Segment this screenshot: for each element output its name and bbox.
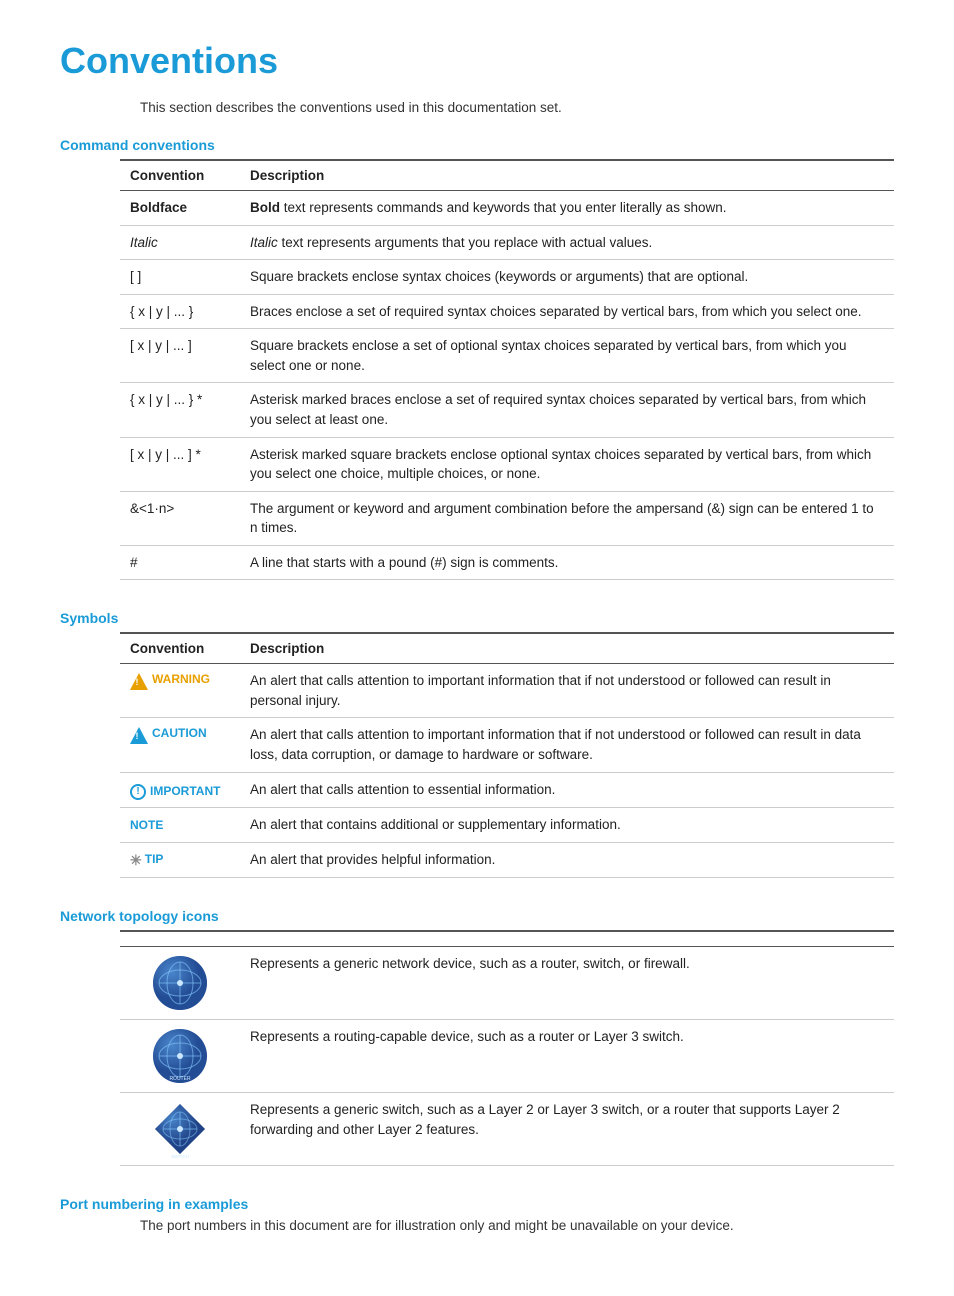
table-row: [ x | y | ... ] * Asterisk marked square… [120,437,894,491]
sym-col-convention: Convention [120,633,240,664]
symbol-desc-cell: An alert that calls attention to importa… [240,718,894,772]
description-cell: Square brackets enclose syntax choices (… [240,260,894,295]
description-cell: Asterisk marked square brackets enclose … [240,437,894,491]
page-intro: This section describes the conventions u… [140,100,894,115]
table-row: &<1·n> The argument or keyword and argum… [120,491,894,545]
symbol-desc-cell: An alert that contains additional or sup… [240,808,894,843]
convention-cell: [ x | y | ... ] [120,329,240,383]
table-row: [ x | y | ... ] Square brackets enclose … [120,329,894,383]
network-icon-cell: ROUTER [120,1020,240,1093]
network-topology-title: Network topology icons [60,908,894,924]
convention-cell: { x | y | ... } [120,294,240,329]
table-row: NOTE An alert that contains additional o… [120,808,894,843]
symbol-icon-cell: ! CAUTION [120,718,240,772]
symbol-icon-cell: NOTE [120,808,240,843]
network-desc-cell: Represents a routing-capable device, suc… [240,1020,894,1093]
svg-text:ROUTER: ROUTER [169,1076,191,1082]
symbols-title: Symbols [60,610,894,626]
command-conventions-table: Convention Description Boldface Bold tex… [120,159,894,580]
description-cell: Italic text represents arguments that yo… [240,225,894,260]
switch-icon: SWITCH [130,1100,230,1158]
table-row: Boldface Bold text represents commands a… [120,191,894,226]
table-row: ROUTER Represents a routing-capable devi… [120,1020,894,1093]
table-row: ! IMPORTANT An alert that calls attentio… [120,772,894,808]
table-row: Italic Italic text represents arguments … [120,225,894,260]
page-title: Conventions [60,40,894,82]
table-row: SWITCH Represents a generic switch, such… [120,1093,894,1166]
note-icon: NOTE [130,818,163,832]
symbols-table: Convention Description ! WARNING An aler… [120,632,894,878]
convention-cell: # [120,545,240,580]
convention-cell: [ ] [120,260,240,295]
table-row: { x | y | ... } * Asterisk marked braces… [120,383,894,437]
table-row: { x | y | ... } Braces enclose a set of … [120,294,894,329]
symbol-icon-cell: ! IMPORTANT [120,772,240,808]
generic-device-icon [130,954,230,1012]
network-desc-cell: Represents a generic switch, such as a L… [240,1093,894,1166]
description-cell: Braces enclose a set of required syntax … [240,294,894,329]
router-icon: ROUTER [130,1027,230,1085]
caution-icon: ! CAUTION [130,725,207,742]
symbol-icon-cell: ✳ TIP [120,842,240,878]
description-cell: A line that starts with a pound (#) sign… [240,545,894,580]
description-cell: Square brackets enclose a set of optiona… [240,329,894,383]
net-col-icon [120,931,240,947]
net-col-desc [240,931,894,947]
network-icon-cell: SWITCH [120,1093,240,1166]
table-row: Represents a generic network device, suc… [120,947,894,1020]
network-topology-table: Represents a generic network device, suc… [120,930,894,1166]
description-cell: Bold text represents commands and keywor… [240,191,894,226]
symbol-desc-cell: An alert that provides helpful informati… [240,842,894,878]
table-row: ✳ TIP An alert that provides helpful inf… [120,842,894,878]
table-row: [ ] Square brackets enclose syntax choic… [120,260,894,295]
table-row: # A line that starts with a pound (#) si… [120,545,894,580]
convention-cell: Italic [120,225,240,260]
port-numbering-title: Port numbering in examples [60,1196,894,1212]
description-cell: Asterisk marked braces enclose a set of … [240,383,894,437]
description-cell: The argument or keyword and argument com… [240,491,894,545]
sym-col-description: Description [240,633,894,664]
convention-cell: [ x | y | ... ] * [120,437,240,491]
symbol-desc-cell: An alert that calls attention to essenti… [240,772,894,808]
col-convention: Convention [120,160,240,191]
convention-cell: Boldface [120,191,240,226]
col-description: Description [240,160,894,191]
symbol-desc-cell: An alert that calls attention to importa… [240,664,894,718]
convention-cell: { x | y | ... } * [120,383,240,437]
warning-icon: ! WARNING [130,671,210,688]
network-icon-cell [120,947,240,1020]
table-row: ! WARNING An alert that calls attention … [120,664,894,718]
important-icon: ! IMPORTANT [130,783,220,800]
symbol-icon-cell: ! WARNING [120,664,240,718]
port-numbering-desc: The port numbers in this document are fo… [140,1218,894,1233]
command-conventions-title: Command conventions [60,137,894,153]
svg-text:SWITCH: SWITCH [171,1154,189,1158]
tip-icon: ✳ TIP [130,850,163,870]
convention-cell: &<1·n> [120,491,240,545]
network-desc-cell: Represents a generic network device, suc… [240,947,894,1020]
table-row: ! CAUTION An alert that calls attention … [120,718,894,772]
